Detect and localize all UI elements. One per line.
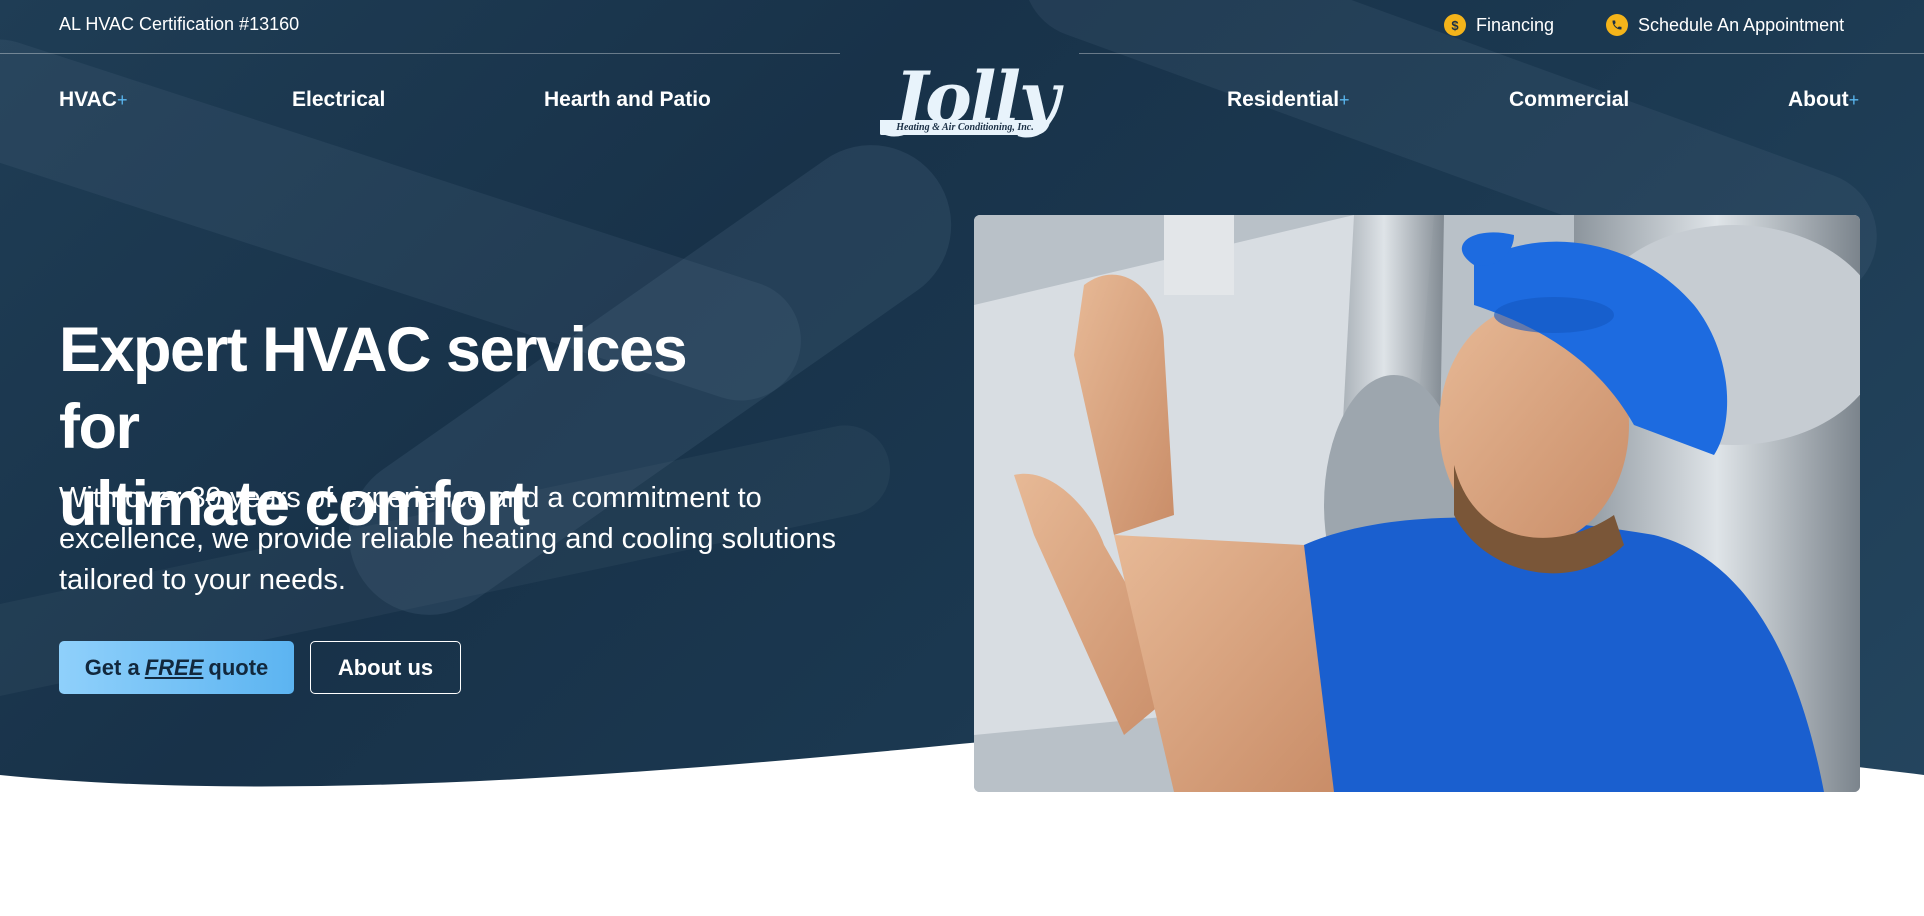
logo-tagline: Heating & Air Conditioning, Inc. bbox=[880, 120, 1050, 135]
photo-illustration bbox=[974, 215, 1860, 792]
nav-item-electrical[interactable]: Electrical bbox=[292, 88, 385, 112]
header-divider-left bbox=[0, 53, 840, 54]
schedule-appointment-link[interactable]: Schedule An Appointment bbox=[1606, 14, 1844, 36]
nav-item-label: HVAC bbox=[59, 88, 117, 111]
nav-item-label: Commercial bbox=[1509, 88, 1630, 111]
nav-item-label: About bbox=[1788, 88, 1849, 111]
quote-suffix: quote bbox=[208, 654, 269, 680]
dollar-coin-icon: $ bbox=[1444, 14, 1466, 36]
certification-text: AL HVAC Certification #13160 bbox=[59, 14, 300, 34]
nav-item-about[interactable]: About+ bbox=[1788, 88, 1859, 112]
nav-item-label: Electrical bbox=[292, 88, 386, 111]
submenu-plus-icon: + bbox=[1339, 90, 1350, 110]
about-us-button[interactable]: About us bbox=[310, 641, 461, 694]
financing-label: Financing bbox=[1476, 14, 1555, 35]
nav-item-hvac[interactable]: HVAC+ bbox=[59, 88, 127, 112]
hero-subcopy: With over 30 years of experience and a c… bbox=[59, 482, 837, 596]
get-free-quote-button[interactable]: Get a FREE quote bbox=[59, 641, 294, 694]
quote-free-emphasis: FREE bbox=[144, 654, 204, 680]
hero-headline-line1: Expert HVAC services for bbox=[59, 315, 688, 462]
schedule-label: Schedule An Appointment bbox=[1638, 14, 1845, 35]
financing-link[interactable]: $ Financing bbox=[1444, 14, 1554, 36]
submenu-plus-icon: + bbox=[1848, 90, 1860, 110]
submenu-plus-icon: + bbox=[116, 90, 128, 110]
quote-prefix: Get a bbox=[84, 654, 140, 680]
phone-icon bbox=[1606, 14, 1628, 36]
jolly-logo[interactable]: Jolly Heating & Air Conditioning, Inc. bbox=[866, 56, 1066, 142]
header-divider-right bbox=[1079, 53, 1924, 54]
nav-item-commercial[interactable]: Commercial bbox=[1509, 88, 1629, 112]
nav-item-hearth-and-patio[interactable]: Hearth and Patio bbox=[544, 88, 711, 112]
nav-item-label: Residential bbox=[1227, 88, 1340, 111]
technician-installing-duct-photo bbox=[974, 215, 1860, 792]
nav-item-residential[interactable]: Residential+ bbox=[1227, 88, 1350, 112]
nav-item-label: Hearth and Patio bbox=[544, 88, 711, 111]
